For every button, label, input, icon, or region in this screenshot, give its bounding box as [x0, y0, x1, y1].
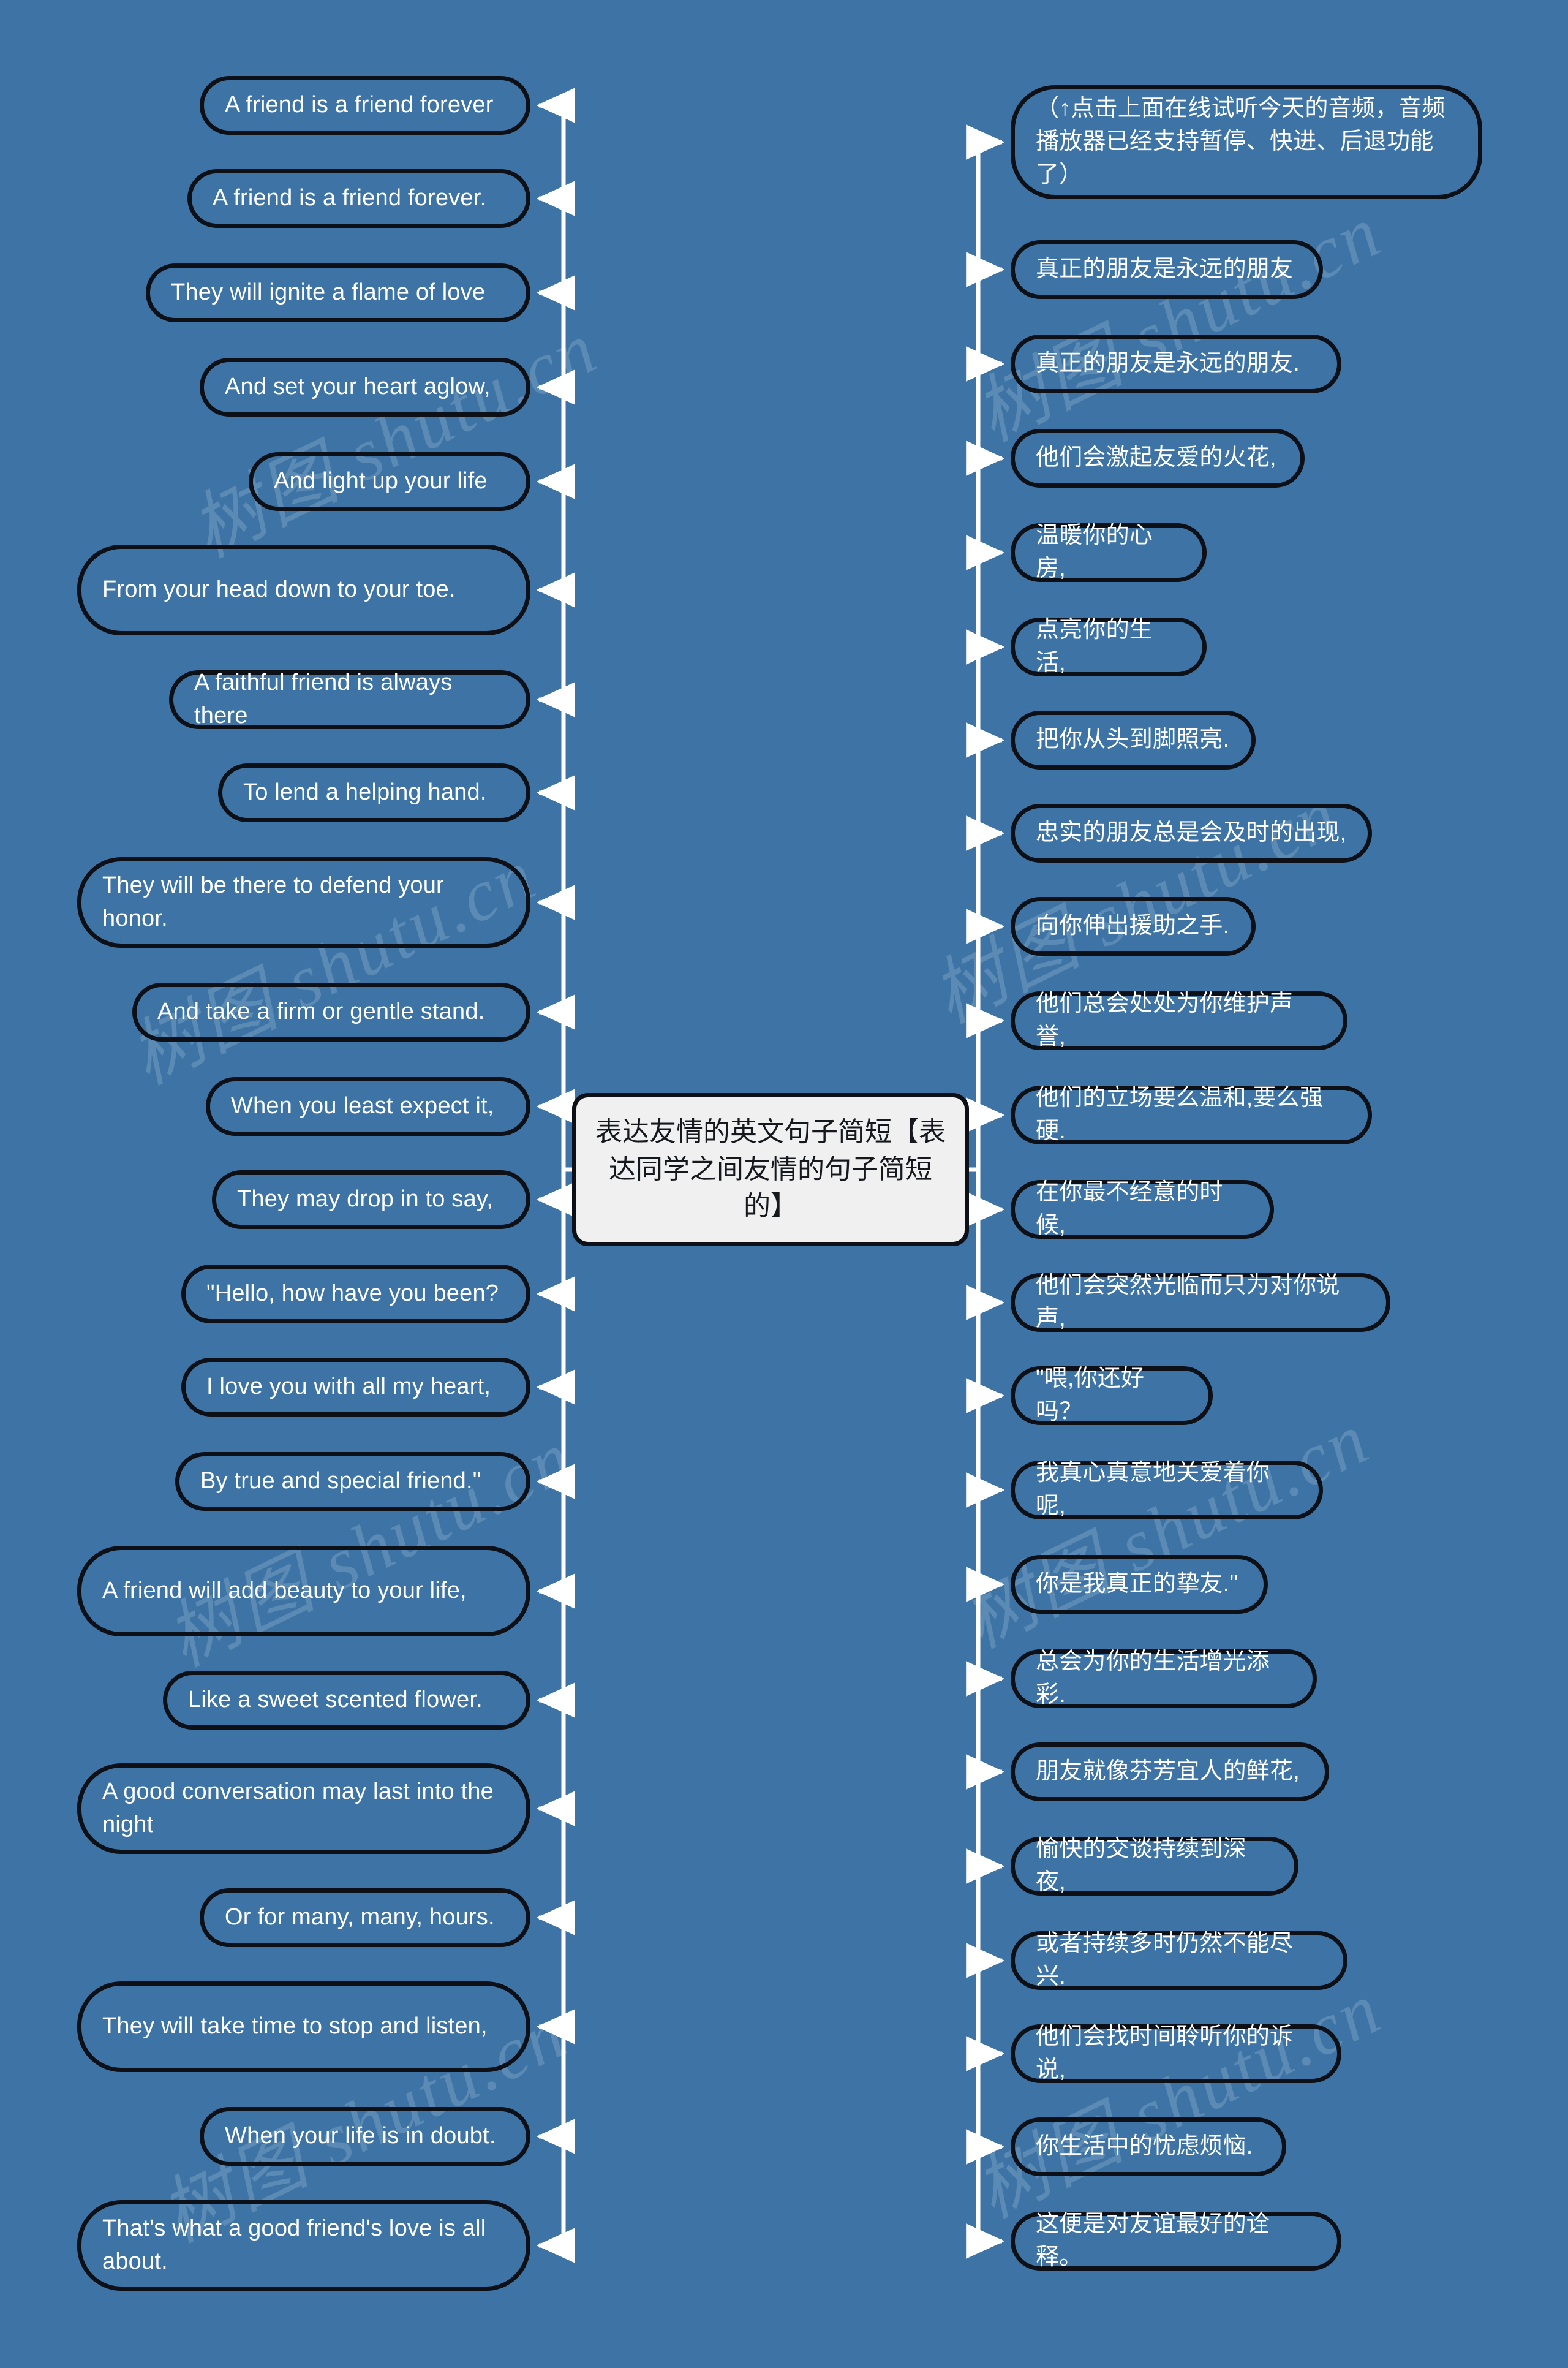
branch-node-label: 向你伸出援助之手. — [1036, 913, 1230, 939]
branch-node-right[interactable]: "喂,你还好吗？ — [1011, 1366, 1213, 1425]
branch-node-left[interactable]: They will be there to defend your honor. — [77, 857, 530, 948]
branch-node-left[interactable]: A faithful friend is always there — [169, 670, 530, 729]
branch-node-left[interactable]: By true and special friend." — [175, 1452, 530, 1511]
branch-node-label: "Hello, how have you been? — [206, 1280, 499, 1307]
branch-node-label: And set your heart aglow, — [225, 374, 491, 400]
branch-node-label: They will ignite a flame of love — [171, 279, 486, 306]
watermark-text: 树图 shutu.cn — [154, 1415, 586, 1682]
branch-node-label: 他们会突然光临而只为对你说声, — [1036, 1273, 1340, 1331]
branch-node-label: They will take time to stop and listen, — [102, 2013, 488, 2040]
branch-node-label: A faithful friend is always there — [194, 670, 453, 728]
branch-node-label: They will be there to defend your honor. — [102, 872, 444, 931]
branch-node-label: 他们会激起友爱的火花, — [1036, 445, 1276, 471]
branch-node-label: 把你从头到脚照亮. — [1036, 727, 1230, 753]
branch-node-label: 这便是对友谊最好的诠释。 — [1036, 2211, 1270, 2270]
branch-node-right[interactable]: 真正的朋友是永远的朋友. — [1011, 335, 1341, 393]
branch-node-right[interactable]: （↑点击上面在线试听今天的音频，音频播放器已经支持暂停、快进、后退功能了） — [1011, 85, 1482, 199]
branch-node-left[interactable]: A good conversation may last into the ni… — [77, 1763, 530, 1854]
branch-node-right[interactable]: 把你从头到脚照亮. — [1011, 711, 1256, 770]
branch-node-left[interactable]: They will take time to stop and listen, — [77, 1981, 530, 2072]
branch-node-right[interactable]: 向你伸出援助之手. — [1011, 897, 1256, 956]
branch-node-label: 忠实的朋友总是会及时的出现, — [1036, 820, 1347, 846]
branch-node-right[interactable]: 他们的立场要么温和,要么强硬. — [1011, 1085, 1372, 1144]
branch-node-label: （↑点击上面在线试听今天的音频，音频播放器已经支持暂停、快进、后退功能了） — [1036, 96, 1446, 187]
mindmap-canvas: 树图 shutu.cn 树图 shutu.cn 树图 shutu.cn 树图 s… — [0, 0, 1568, 2368]
branch-node-label: They may drop in to say, — [237, 1186, 494, 1212]
branch-node-right[interactable]: 总会为你的生活增光添彩. — [1011, 1649, 1317, 1708]
branch-node-right[interactable]: 你生活中的忧虑烦恼. — [1011, 2117, 1286, 2176]
branch-node-label: 在你最不经意的时候, — [1036, 1179, 1223, 1238]
branch-node-right[interactable]: 他们总会处处为你维护声誉, — [1011, 991, 1348, 1050]
branch-node-label: 你是我真正的挚友." — [1036, 1571, 1238, 1597]
branch-node-left[interactable]: A friend will add beauty to your life, — [77, 1546, 530, 1636]
branch-node-label: A good conversation may last into the ni… — [102, 1779, 494, 1837]
branch-node-label: 或者持续多时仍然不能尽兴. — [1036, 1931, 1294, 1989]
central-topic-node[interactable]: 表达友情的英文句子简短【表达同学之间友情的句子简短的】 — [572, 1093, 969, 1246]
branch-node-left[interactable]: From your head down to your toe. — [77, 545, 530, 635]
central-topic-label: 表达友情的英文句子简短【表达同学之间友情的句子简短的】 — [595, 1116, 946, 1222]
branch-node-label: 朋友就像芬芳宜人的鲜花, — [1036, 1758, 1300, 1785]
branch-node-label: 他们会找时间聆听你的诉说, — [1036, 2024, 1294, 2082]
branch-node-label: And light up your life — [274, 468, 488, 494]
branch-node-label: A friend will add beauty to your life, — [102, 1578, 467, 1604]
branch-node-label: When your life is in doubt. — [225, 2123, 496, 2149]
branch-node-left[interactable]: That's what a good friend's love is all … — [77, 2200, 530, 2291]
branch-node-label: 真正的朋友是永远的朋友. — [1036, 350, 1300, 377]
branch-node-right[interactable]: 他们会突然光临而只为对你说声, — [1011, 1273, 1390, 1332]
branch-node-right[interactable]: 这便是对友谊最好的诠释。 — [1011, 2211, 1341, 2271]
branch-node-left[interactable]: When your life is in doubt. — [200, 2107, 530, 2166]
branch-node-right[interactable]: 点亮你的生活, — [1011, 617, 1207, 676]
branch-node-right[interactable]: 忠实的朋友总是会及时的出现, — [1011, 804, 1372, 863]
branch-node-left[interactable]: And take a firm or gentle stand. — [132, 983, 530, 1042]
branch-node-label: A friend is a friend forever — [225, 92, 494, 118]
branch-node-label: I love you with all my heart, — [206, 1374, 491, 1400]
branch-node-left[interactable]: Or for many, many, hours. — [200, 1888, 530, 1947]
branch-node-label: When you least expect it, — [231, 1093, 494, 1119]
branch-node-right[interactable]: 真正的朋友是永远的朋友 — [1011, 240, 1323, 299]
branch-node-left[interactable]: To lend a helping hand. — [218, 763, 530, 822]
branch-node-label: 他们的立场要么温和,要么强硬. — [1036, 1085, 1324, 1144]
branch-node-label: 点亮你的生活, — [1036, 617, 1153, 676]
branch-node-left[interactable]: And set your heart aglow, — [200, 358, 530, 417]
branch-node-label: Or for many, many, hours. — [225, 1904, 495, 1931]
branch-node-left[interactable]: "Hello, how have you been? — [181, 1265, 530, 1323]
branch-node-left[interactable]: I love you with all my heart, — [181, 1358, 530, 1417]
branch-node-right[interactable]: 你是我真正的挚友." — [1011, 1555, 1268, 1614]
branch-node-label: And take a firm or gentle stand. — [157, 999, 485, 1025]
branch-node-right[interactable]: 愉快的交谈持续到深夜, — [1011, 1836, 1298, 1896]
branch-node-label: 真正的朋友是永远的朋友 — [1036, 256, 1294, 282]
branch-node-left[interactable]: They may drop in to say, — [212, 1170, 530, 1229]
branch-node-right[interactable]: 朋友就像芬芳宜人的鲜花, — [1011, 1742, 1329, 1801]
branch-node-label: "喂,你还好吗？ — [1036, 1366, 1145, 1424]
branch-node-label: By true and special friend." — [200, 1468, 481, 1494]
branch-node-right[interactable]: 他们会激起友爱的火花, — [1011, 429, 1305, 488]
branch-node-left[interactable]: A friend is a friend forever — [200, 76, 530, 135]
branch-node-label: 温暖你的心房, — [1036, 523, 1153, 581]
branch-node-left[interactable]: When you least expect it, — [206, 1077, 530, 1136]
watermark-text: 树图 shutu.cn — [179, 306, 610, 573]
branch-node-label: From your head down to your toe. — [102, 577, 456, 603]
branch-node-left[interactable]: And light up your life — [249, 452, 530, 511]
branch-node-label: Like a sweet scented flower. — [188, 1687, 483, 1713]
branch-node-label: 我真心真意地关爱着你呢, — [1036, 1460, 1270, 1519]
branch-node-label: 愉快的交谈持续到深夜, — [1036, 1836, 1246, 1895]
branch-node-label: A friend is a friend forever. — [213, 185, 487, 211]
branch-node-left[interactable]: A friend is a friend forever. — [187, 169, 530, 228]
watermark-text: 树图 shutu.cn — [963, 190, 1394, 456]
branch-node-right[interactable]: 我真心真意地关爱着你呢, — [1011, 1460, 1323, 1519]
branch-node-label: 他们总会处处为你维护声誉, — [1036, 991, 1294, 1050]
branch-node-right[interactable]: 温暖你的心房, — [1011, 523, 1207, 582]
branch-node-left[interactable]: They will ignite a flame of love — [146, 263, 530, 322]
branch-node-right[interactable]: 或者持续多时仍然不能尽兴. — [1011, 1931, 1348, 1990]
branch-node-label: To lend a helping hand. — [243, 779, 487, 806]
branch-node-left[interactable]: Like a sweet scented flower. — [163, 1671, 530, 1730]
branch-node-label: That's what a good friend's love is all … — [102, 2215, 486, 2274]
branch-node-right[interactable]: 他们会找时间聆听你的诉说, — [1011, 2024, 1341, 2083]
branch-node-right[interactable]: 在你最不经意的时候, — [1011, 1179, 1274, 1239]
branch-node-label: 总会为你的生活增光添彩. — [1036, 1649, 1270, 1708]
branch-node-label: 你生活中的忧虑烦恼. — [1036, 2133, 1253, 2160]
